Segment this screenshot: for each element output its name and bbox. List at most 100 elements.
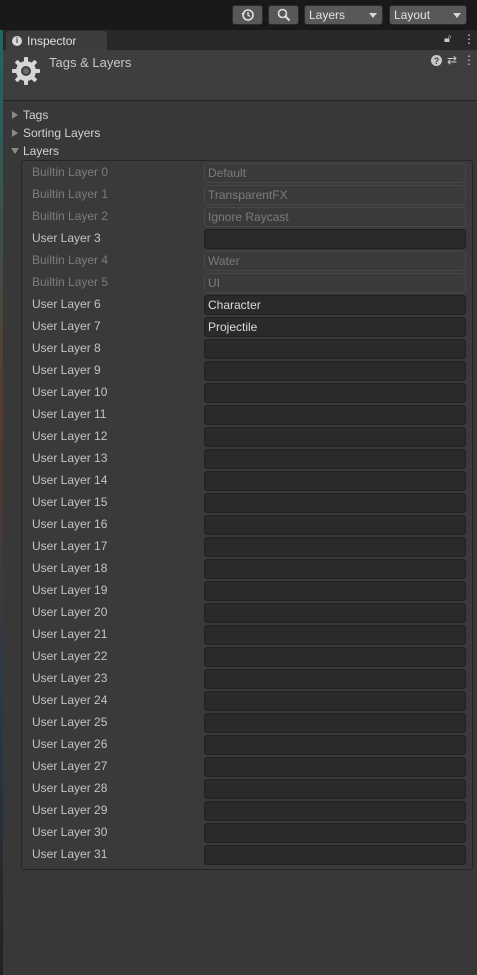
table-row: Builtin Layer 2 Ignore Raycast [21, 206, 473, 228]
chevron-down-icon [11, 148, 19, 154]
layer-name-field[interactable] [204, 779, 466, 799]
search-button[interactable] [268, 5, 299, 25]
layer-name-field[interactable] [204, 581, 466, 601]
inspector-tabbar: i Inspector 🔓︎ ⋮ [3, 30, 477, 50]
layer-name-field[interactable] [204, 801, 466, 821]
layer-name-field[interactable] [204, 713, 466, 733]
layer-label: User Layer 13 [32, 451, 108, 465]
layer-label: Builtin Layer 1 [32, 187, 109, 201]
table-row: User Layer 25 [21, 712, 473, 734]
layer-name-field: TransparentFX [204, 185, 466, 205]
layer-label: Builtin Layer 2 [32, 209, 109, 223]
table-row: User Layer 10 [21, 382, 473, 404]
layer-name-field: Default [204, 163, 466, 183]
presets-icon[interactable]: ⇄ [447, 53, 457, 67]
layer-name-field[interactable] [204, 845, 466, 865]
layer-name-field[interactable] [204, 537, 466, 557]
layer-name-field[interactable] [204, 383, 466, 403]
layer-label: User Layer 3 [32, 231, 101, 245]
layers-dropdown-label: Layers [309, 8, 346, 22]
layer-name-field[interactable] [204, 691, 466, 711]
layer-label: User Layer 10 [32, 385, 108, 399]
chevron-down-icon [453, 12, 461, 18]
layer-name-field[interactable] [204, 427, 466, 447]
layer-name-field[interactable] [204, 515, 466, 535]
layer-name-field[interactable] [204, 361, 466, 381]
inspector-header: Tags & Layers ? ⇄ ⋮ [3, 50, 477, 101]
search-icon [277, 8, 290, 22]
sorting-layers-foldout-label: Sorting Layers [23, 126, 101, 140]
scene-edge-strip [0, 30, 3, 975]
tags-foldout[interactable]: Tags [10, 106, 48, 124]
table-row: User Layer 19 [21, 580, 473, 602]
layer-name-field[interactable] [204, 229, 466, 249]
layer-label: User Layer 23 [32, 671, 108, 685]
table-row: User Layer 18 [21, 558, 473, 580]
layer-label: User Layer 27 [32, 759, 108, 773]
layer-name-field[interactable] [204, 405, 466, 425]
table-row: User Layer 15 [21, 492, 473, 514]
layer-label: User Layer 16 [32, 517, 108, 531]
layer-name-field[interactable] [204, 625, 466, 645]
layer-name-field[interactable] [204, 647, 466, 667]
layer-label: User Layer 18 [32, 561, 108, 575]
layer-name-field: Ignore Raycast [204, 207, 466, 227]
layer-name-field[interactable] [204, 669, 466, 689]
table-row: User Layer 28 [21, 778, 473, 800]
table-row: User Layer 22 [21, 646, 473, 668]
history-icon [241, 9, 254, 21]
layers-foldout-label: Layers [23, 144, 60, 158]
table-row: Builtin Layer 5 UI [21, 272, 473, 294]
layer-label: User Layer 30 [32, 825, 108, 839]
kebab-menu-icon[interactable]: ⋮ [463, 53, 475, 67]
layer-label: User Layer 20 [32, 605, 108, 619]
table-row: Builtin Layer 1 TransparentFX [21, 184, 473, 206]
layer-name-field[interactable] [204, 559, 466, 579]
layer-label: User Layer 28 [32, 781, 108, 795]
sorting-layers-foldout[interactable]: Sorting Layers [10, 124, 100, 142]
layer-label: User Layer 15 [32, 495, 108, 509]
lock-icon[interactable]: 🔓︎ [444, 33, 451, 46]
layer-name-field[interactable] [204, 493, 466, 513]
tab-inspector[interactable]: i Inspector [6, 31, 107, 50]
layer-label: User Layer 9 [32, 363, 101, 377]
layer-name-field: Water [204, 251, 466, 271]
layer-label: User Layer 8 [32, 341, 101, 355]
layer-name-field[interactable] [204, 823, 466, 843]
layer-label: User Layer 31 [32, 847, 108, 861]
layer-name-field[interactable] [204, 603, 466, 623]
table-row: User Layer 7 Projectile [21, 316, 473, 338]
table-row: User Layer 31 [21, 844, 473, 866]
layer-label: User Layer 14 [32, 473, 108, 487]
table-row: User Layer 14 [21, 470, 473, 492]
layer-label: User Layer 25 [32, 715, 108, 729]
layer-name-field[interactable] [204, 449, 466, 469]
layer-name-field[interactable] [204, 339, 466, 359]
table-row: User Layer 24 [21, 690, 473, 712]
layout-dropdown[interactable]: Layout [389, 5, 467, 25]
table-row: User Layer 11 [21, 404, 473, 426]
help-icon[interactable]: ? [431, 55, 442, 66]
layer-name-field[interactable] [204, 735, 466, 755]
layer-label: User Layer 24 [32, 693, 108, 707]
table-row: User Layer 29 [21, 800, 473, 822]
tab-inspector-label: Inspector [27, 33, 77, 48]
history-button[interactable] [232, 5, 263, 25]
table-row: User Layer 8 [21, 338, 473, 360]
table-row: User Layer 17 [21, 536, 473, 558]
layer-label: User Layer 7 [32, 319, 101, 333]
layer-name-field[interactable]: Character [204, 295, 466, 315]
layer-label: Builtin Layer 4 [32, 253, 109, 267]
table-row: User Layer 23 [21, 668, 473, 690]
layer-label: User Layer 21 [32, 627, 108, 641]
table-row: User Layer 27 [21, 756, 473, 778]
layer-name-field[interactable]: Projectile [204, 317, 466, 337]
layer-name-field[interactable] [204, 471, 466, 491]
layers-foldout[interactable]: Layers [10, 142, 59, 160]
kebab-menu-icon[interactable]: ⋮ [463, 32, 475, 46]
layer-label: User Layer 22 [32, 649, 108, 663]
table-row: Builtin Layer 4 Water [21, 250, 473, 272]
layers-dropdown[interactable]: Layers [304, 5, 383, 25]
chevron-down-icon [369, 12, 377, 18]
layer-name-field[interactable] [204, 757, 466, 777]
